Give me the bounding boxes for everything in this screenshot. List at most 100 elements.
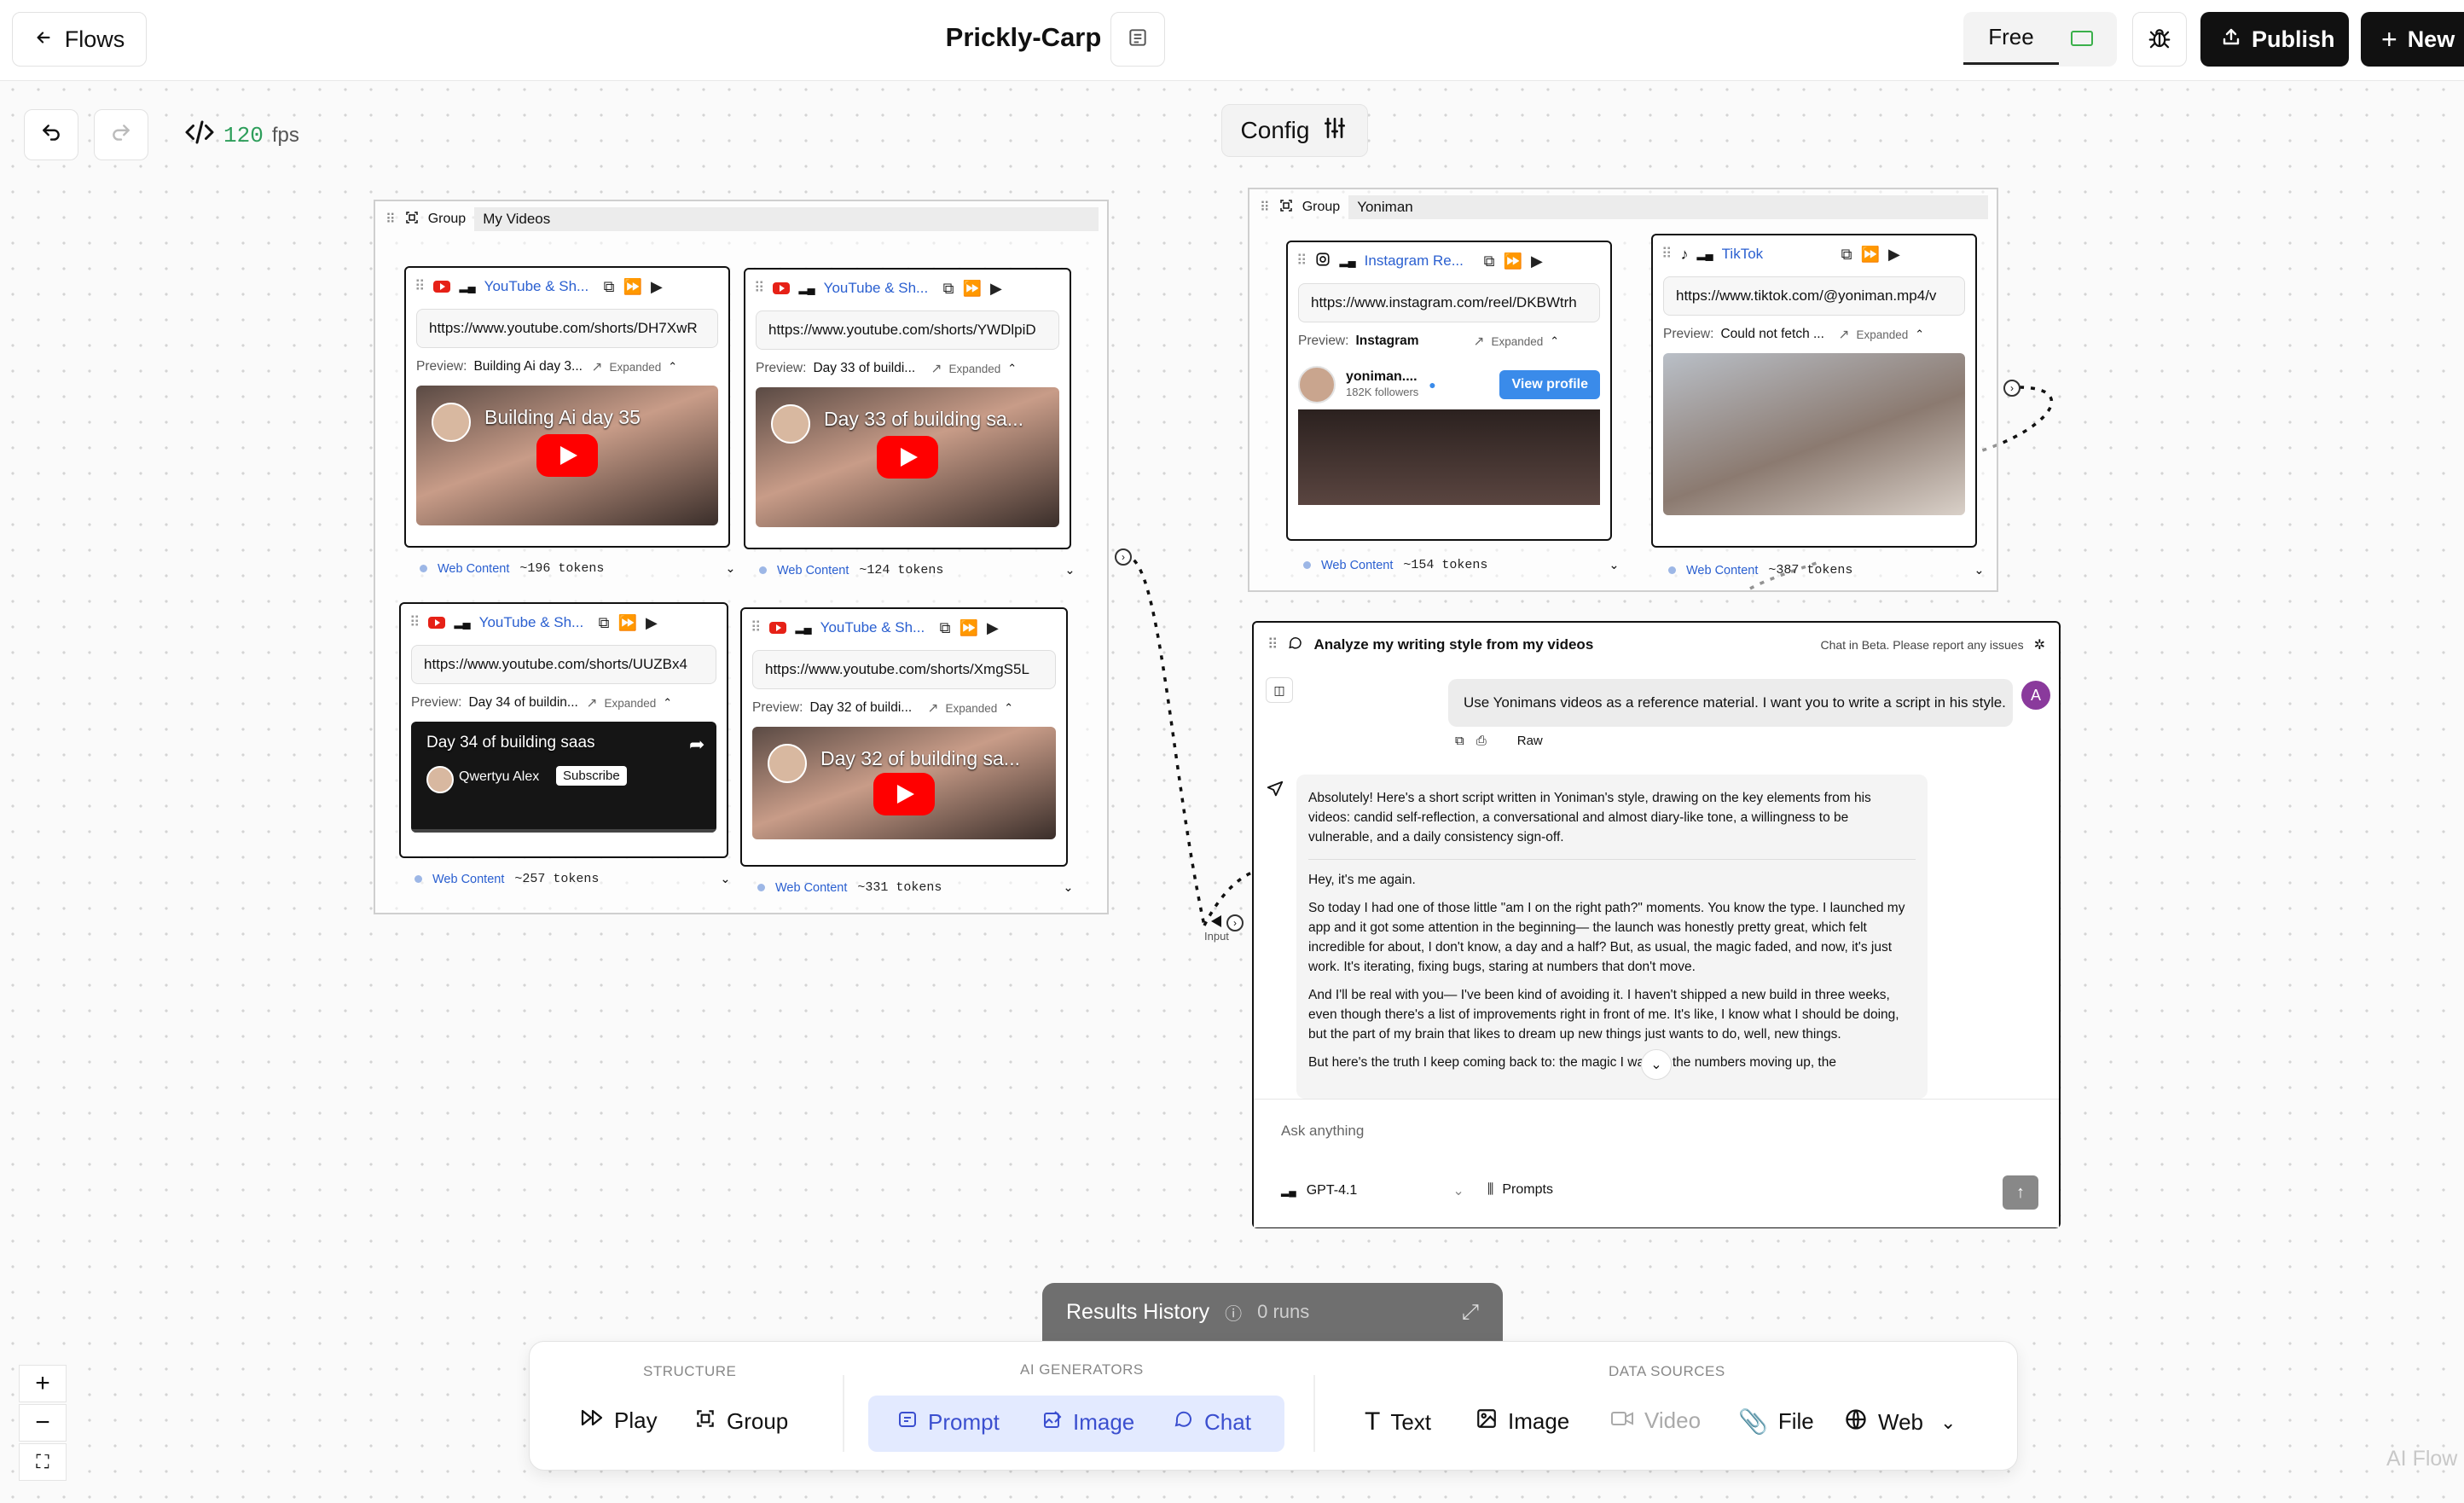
chat-tool[interactable]: Chat <box>1174 1409 1251 1436</box>
output-handle-myvideos[interactable]: › <box>1115 548 1132 566</box>
chevron-up-icon[interactable]: ⌃ <box>1550 334 1559 348</box>
web-tool[interactable]: Web ⌄ <box>1844 1407 1956 1437</box>
drag-handle-icon[interactable]: ⠿ <box>1260 199 1270 216</box>
play-icon[interactable]: ▶ <box>987 619 999 637</box>
chevron-down-icon[interactable]: ⌄ <box>720 873 730 886</box>
file-tool[interactable]: 📎 File <box>1738 1407 1814 1436</box>
input-handle-chat[interactable]: › <box>1226 914 1244 931</box>
fast-forward-icon[interactable]: ⏩ <box>960 619 978 637</box>
play-button-icon[interactable] <box>877 436 938 479</box>
chevron-down-icon[interactable]: ⌄ <box>725 562 735 576</box>
image-tool[interactable]: Image <box>1476 1407 1569 1436</box>
fast-forward-icon[interactable]: ⏩ <box>1504 252 1522 270</box>
save-icon[interactable]: ⎙ <box>1476 734 1487 748</box>
url-input[interactable]: https://www.tiktok.com/@yoniman.mp4/v <box>1663 276 1965 316</box>
copy-icon[interactable]: ⧉ <box>1455 734 1464 748</box>
video-tool[interactable]: Video <box>1610 1407 1701 1434</box>
prompt-tool[interactable]: Prompt <box>897 1409 1000 1436</box>
drag-handle-icon[interactable]: ⠿ <box>415 278 425 295</box>
zoom-in-button[interactable]: + <box>19 1365 67 1402</box>
external-link-icon[interactable]: ↗ <box>1838 327 1849 343</box>
progress-track[interactable] <box>411 829 716 833</box>
view-profile-button[interactable]: View profile <box>1499 370 1600 399</box>
instagram-card[interactable]: ⠿ ▂▄ Instagram Re... ⧉ ⏩ ▶ https://www.i… <box>1286 241 1612 541</box>
url-input[interactable]: https://www.youtube.com/shorts/XmgS5L <box>752 650 1056 689</box>
image-generator-tool[interactable]: Image <box>1042 1409 1134 1436</box>
fast-forward-icon[interactable]: ⏩ <box>623 278 642 296</box>
chevron-up-icon[interactable]: ⌃ <box>663 696 672 710</box>
reel-thumbnail[interactable] <box>1298 409 1600 505</box>
drag-handle-icon[interactable]: ⠿ <box>409 614 420 631</box>
raw-toggle[interactable]: Raw <box>1517 734 1543 748</box>
scroll-down-button[interactable]: ⌄ <box>1641 1049 1672 1080</box>
send-button[interactable]: ↑ <box>2003 1175 2038 1210</box>
drag-handle-icon[interactable]: ⠿ <box>1661 246 1672 263</box>
play-icon[interactable]: ▶ <box>646 614 658 632</box>
results-history-tab[interactable]: Results History ⓘ 0 runs ⤢ <box>1042 1283 1503 1341</box>
fit-view-button[interactable]: ⛶ <box>19 1443 67 1481</box>
sidebar-toggle-button[interactable]: ◫ <box>1266 677 1293 703</box>
group-name[interactable]: Yoniman <box>1348 195 1988 219</box>
chevron-down-icon[interactable]: ⌄ <box>1940 1412 1956 1434</box>
external-link-icon[interactable]: ↗ <box>927 700 938 717</box>
youtube-card[interactable]: ⠿ ▂▄ YouTube & Sh... ⧉ ⏩ ▶ https://www.y… <box>744 268 1071 549</box>
model-select[interactable]: ▂▄ GPT-4.1 ⌄ <box>1281 1182 1464 1199</box>
external-link-icon[interactable]: ↗ <box>591 359 602 375</box>
expanded-toggle[interactable]: Expanded <box>948 363 1000 375</box>
drag-handle-icon[interactable]: ⠿ <box>1296 252 1307 270</box>
youtube-card[interactable]: ⠿ ▂▄ YouTube & Sh... ⧉ ⏩ ▶ https://www.y… <box>740 607 1068 867</box>
output-handle-yoniman[interactable]: › <box>2003 380 2020 397</box>
video-thumbnail[interactable] <box>1663 353 1965 515</box>
expanded-toggle[interactable]: Expanded <box>1856 328 1908 341</box>
video-thumbnail[interactable]: Day 33 of building sa... <box>756 387 1059 527</box>
fast-forward-icon[interactable]: ⏩ <box>963 280 982 298</box>
play-icon[interactable]: ▶ <box>651 278 663 296</box>
expanded-toggle[interactable]: Expanded <box>609 361 661 374</box>
expanded-toggle[interactable]: Expanded <box>945 702 997 715</box>
drag-handle-icon[interactable]: ⠿ <box>386 211 396 228</box>
play-icon[interactable]: ▶ <box>990 280 1002 298</box>
youtube-card[interactable]: ⠿ ▂▄ YouTube & Sh... ⧉ ⏩ ▶ https://www.y… <box>404 266 730 548</box>
video-thumbnail[interactable]: Day 34 of building saas Qwertyu Alex Sub… <box>411 722 716 833</box>
url-input[interactable]: https://www.youtube.com/shorts/UUZBx4 <box>411 645 716 684</box>
expanded-toggle[interactable]: Expanded <box>1491 335 1543 348</box>
bug-icon[interactable]: ✲ <box>2034 636 2045 653</box>
youtube-card[interactable]: ⠿ ▂▄ YouTube & Sh... ⧉ ⏩ ▶ https://www.y… <box>399 602 728 858</box>
fast-forward-icon[interactable]: ⏩ <box>618 614 637 632</box>
external-link-icon[interactable]: ↗ <box>1473 334 1484 350</box>
play-icon[interactable]: ▶ <box>1531 252 1543 270</box>
copy-icon[interactable]: ⧉ <box>940 619 951 637</box>
chevron-up-icon[interactable]: ⌃ <box>668 360 677 374</box>
chevron-up-icon[interactable]: ⌃ <box>1004 701 1013 715</box>
chevron-down-icon[interactable]: ⌄ <box>1974 564 1984 577</box>
copy-icon[interactable]: ⧉ <box>1484 252 1495 270</box>
fast-forward-icon[interactable]: ⏩ <box>1861 246 1880 264</box>
url-input[interactable]: https://www.youtube.com/shorts/DH7XwR <box>416 309 718 348</box>
drag-handle-icon[interactable]: ⠿ <box>754 280 764 297</box>
url-input[interactable]: https://www.instagram.com/reel/DKBWtrh <box>1298 283 1600 322</box>
subscribe-button[interactable]: Subscribe <box>556 766 627 786</box>
expand-icon[interactable]: ⤢ <box>1462 1300 1479 1325</box>
expanded-toggle[interactable]: Expanded <box>604 697 656 710</box>
chevron-down-icon[interactable]: ⌄ <box>1063 881 1073 895</box>
drag-handle-icon[interactable]: ⠿ <box>751 619 761 636</box>
zoom-out-button[interactable]: − <box>19 1404 67 1442</box>
chevron-down-icon[interactable]: ⌄ <box>1609 559 1619 572</box>
url-input[interactable]: https://www.youtube.com/shorts/YWDlpiD <box>756 310 1059 350</box>
play-tool[interactable]: Play <box>580 1407 658 1434</box>
play-button-icon[interactable] <box>536 434 598 477</box>
copy-icon[interactable]: ⧉ <box>943 280 954 298</box>
video-thumbnail[interactable]: Day 32 of building sa... <box>752 727 1056 839</box>
text-tool[interactable]: T Text <box>1365 1407 1431 1436</box>
chevron-up-icon[interactable]: ⌃ <box>1915 328 1924 341</box>
video-thumbnail[interactable]: Building Ai day 35 <box>416 386 718 525</box>
chat-input[interactable]: Ask anything <box>1281 1123 1364 1140</box>
chevron-up-icon[interactable]: ⌃ <box>1007 362 1017 375</box>
drag-handle-icon[interactable]: ⠿ <box>1267 636 1278 653</box>
copy-icon[interactable]: ⧉ <box>604 278 615 296</box>
share-icon[interactable]: ➦ <box>689 734 704 756</box>
copy-icon[interactable]: ⧉ <box>599 614 610 632</box>
prompts-button[interactable]: ⫼ Prompts <box>1487 1182 1553 1198</box>
group-tool[interactable]: Group <box>694 1407 788 1436</box>
chevron-down-icon[interactable]: ⌄ <box>1064 564 1075 577</box>
